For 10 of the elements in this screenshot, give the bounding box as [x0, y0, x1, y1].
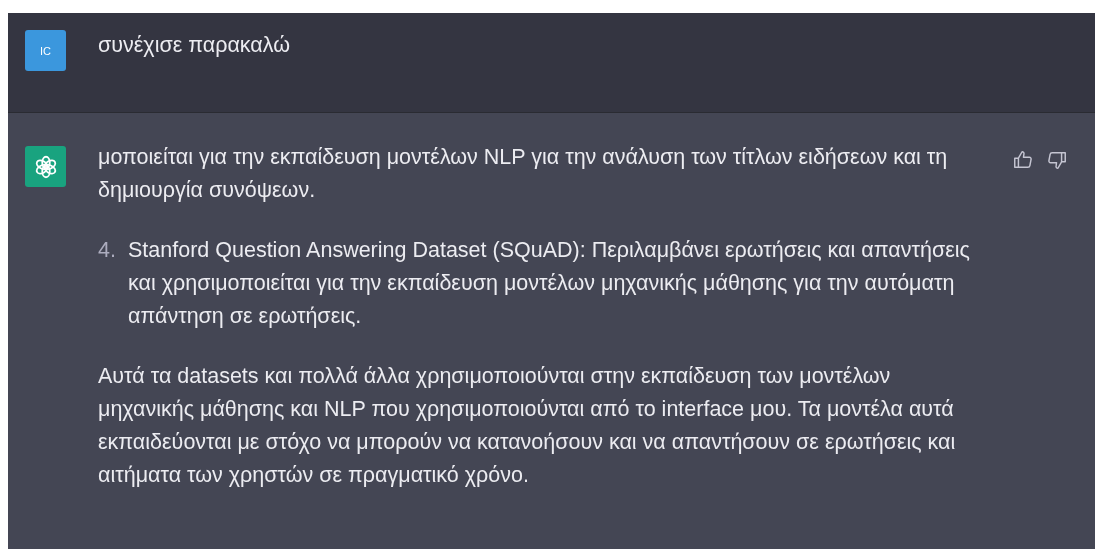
user-message-text: συνέχισε παρακαλώ [98, 32, 291, 59]
thumbs-down-button[interactable] [1046, 149, 1068, 171]
thumbs-up-icon [1012, 149, 1034, 171]
list-item-text: Stanford Question Answering Dataset (SQuAD): Περιλαμβάνει ερωτήσεις και απαντήσεις και χρησιμοποιείται για την εκπαίδευση μοντέλων μηχανικής μάθησης για την αυτόματη απάντηση σε ερωτήσεις. [128, 237, 971, 330]
list-number: 4. [98, 237, 117, 264]
thumbs-up-button[interactable] [1012, 149, 1034, 171]
user-avatar: IC [25, 30, 66, 71]
response-paragraph: Αυτά τα datasets και πολλά άλλα χρησιμοποιούνται στην εκπαίδευση των μοντέλων μηχανικής μάθησης και NLP που χρησιμοποιούνται από το interface μου. Τα μοντέλα αυτά εκπαιδεύονται με στόχο να μπορούν να κατανοήσουν και να απαντήσουν σε ερωτήσεις και αιτήματα των χρηστών σε πραγματικό χρόνο. [98, 363, 957, 489]
thumbs-down-icon [1046, 149, 1068, 171]
response-paragraph: μοποιείται για την εκπαίδευση μοντέλων NLP για την ανάλυση των τίτλων ειδήσεων και τη δημιουργία συνόψεων. [98, 144, 949, 204]
